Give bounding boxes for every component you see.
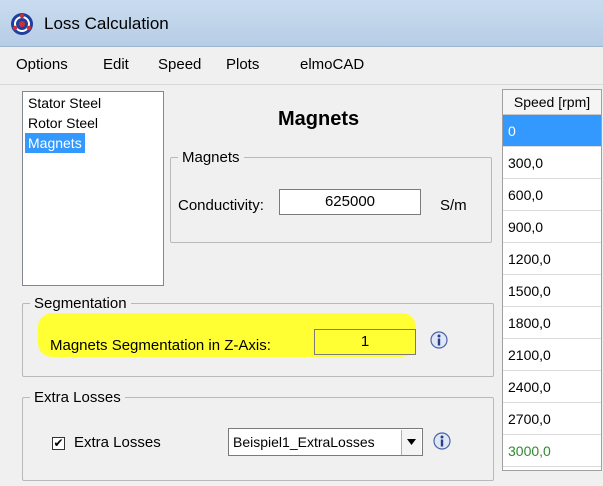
info-icon[interactable] <box>432 431 452 451</box>
speed-row[interactable]: 1500,0 <box>503 275 601 307</box>
info-icon[interactable] <box>429 330 449 350</box>
speed-row[interactable]: 2700,0 <box>503 403 601 435</box>
list-item-stator-steel[interactable]: Stator Steel <box>25 93 104 113</box>
menu-bar: Options Edit Speed Plots elmoCAD <box>0 47 603 85</box>
extra-losses-checkbox-label[interactable]: Extra Losses <box>74 434 161 451</box>
speed-row[interactable]: 900,0 <box>503 211 601 243</box>
speed-row[interactable]: 2400,0 <box>503 371 601 403</box>
speed-row[interactable]: 0 <box>503 115 601 147</box>
window-title: Loss Calculation <box>44 14 169 33</box>
chevron-down-icon <box>407 439 416 445</box>
extra-losses-group-legend: Extra Losses <box>34 389 121 406</box>
conductivity-unit: S/m <box>440 197 467 214</box>
speed-row[interactable]: 600,0 <box>503 179 601 211</box>
section-title: Magnets <box>278 108 360 130</box>
app-logo-icon <box>11 13 33 35</box>
speed-row[interactable]: 1800,0 <box>503 307 601 339</box>
menu-edit[interactable]: Edit <box>103 56 129 73</box>
menu-plots[interactable]: Plots <box>226 56 259 73</box>
extra-losses-dropdown[interactable]: Beispiel1_ExtraLosses <box>228 428 423 456</box>
extra-losses-dropdown-value: Beispiel1_ExtraLosses <box>233 434 375 450</box>
dropdown-button[interactable] <box>401 430 421 455</box>
menu-speed[interactable]: Speed <box>158 56 201 73</box>
z-axis-segmentation-label: Magnets Segmentation in Z-Axis: <box>50 337 271 354</box>
client-area: Stator Steel Rotor Steel Magnets Magnets… <box>0 85 603 486</box>
menu-elmocad[interactable]: elmoCAD <box>300 56 364 73</box>
conductivity-label: Conductivity: <box>178 197 264 214</box>
segmentation-group-legend: Segmentation <box>34 295 127 312</box>
magnets-group-legend: Magnets <box>182 149 240 166</box>
speed-column-header[interactable]: Speed [rpm] <box>503 90 601 115</box>
list-item-rotor-steel[interactable]: Rotor Steel <box>25 113 101 133</box>
speed-table[interactable]: Speed [rpm] 0 300,0 600,0 900,0 1200,0 1… <box>502 89 602 471</box>
title-bar: Loss Calculation <box>0 0 603 47</box>
speed-row[interactable]: 2100,0 <box>503 339 601 371</box>
z-axis-segmentation-input[interactable]: 1 <box>314 329 416 355</box>
extra-losses-checkbox[interactable]: ✔ <box>52 437 65 450</box>
speed-row[interactable]: 3000,0 <box>503 435 601 467</box>
speed-row[interactable]: 300,0 <box>503 147 601 179</box>
conductivity-input[interactable]: 625000 <box>279 189 421 215</box>
list-item-magnets[interactable]: Magnets <box>25 133 85 153</box>
loss-type-list[interactable]: Stator Steel Rotor Steel Magnets <box>22 91 164 286</box>
menu-options[interactable]: Options <box>16 56 68 73</box>
speed-row[interactable]: 1200,0 <box>503 243 601 275</box>
